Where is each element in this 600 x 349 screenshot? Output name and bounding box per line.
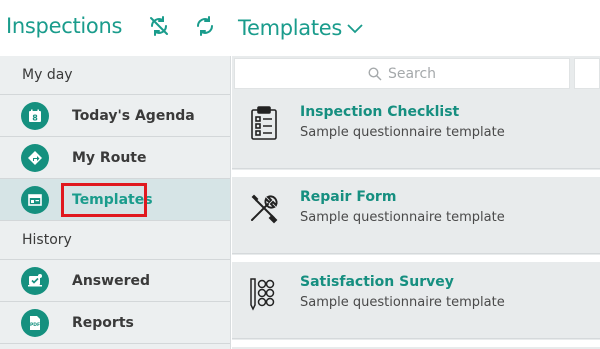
- sidebar-item-reports[interactable]: PDF Reports: [0, 302, 230, 344]
- sidebar-item-label: Answered: [72, 272, 150, 289]
- template-title: Repair Form: [300, 189, 397, 205]
- section-history: History: [0, 221, 230, 260]
- section-label: My day: [22, 67, 73, 83]
- sidebar-item-label: My Route: [72, 149, 147, 166]
- search-side-button[interactable]: [574, 58, 600, 89]
- calendar-badge: 8: [32, 114, 38, 123]
- template-card-repair-form[interactable]: Repair Form Sample questionnaire templat…: [232, 177, 600, 254]
- search-box[interactable]: Search: [234, 58, 570, 89]
- template-subtitle: Sample questionnaire template: [300, 210, 505, 225]
- wrench-screwdriver-icon: [251, 194, 278, 224]
- sidebar-item-answered[interactable]: Answered: [0, 260, 230, 302]
- sidebar-item-label: Reports: [72, 314, 134, 331]
- sidebar-item-my-route[interactable]: My Route: [0, 137, 230, 179]
- template-icon: [21, 186, 49, 214]
- chevron-down-icon: [347, 24, 363, 34]
- view-selector-dropdown[interactable]: Templates: [238, 14, 364, 42]
- templates-panel: Search Inspection Checklist Sample quest…: [232, 56, 600, 349]
- search-input[interactable]: Search: [388, 66, 436, 82]
- route-icon: [21, 144, 49, 172]
- sidebar-item-templates[interactable]: Templates: [0, 179, 230, 221]
- template-card-inspection-checklist[interactable]: Inspection Checklist Sample questionnair…: [232, 92, 600, 169]
- section-label: History: [22, 232, 72, 248]
- sidebar-item-todays-agenda[interactable]: 8 Today's Agenda: [0, 95, 230, 137]
- answered-icon: [21, 267, 49, 295]
- template-title: Satisfaction Survey: [300, 274, 454, 290]
- card-divider: [232, 255, 600, 262]
- sidebar-item-label: Today's Agenda: [72, 107, 195, 124]
- template-subtitle: Sample questionnaire template: [300, 295, 505, 310]
- card-divider: [232, 340, 600, 347]
- pdf-badge: PDF: [30, 322, 40, 328]
- template-subtitle: Sample questionnaire template: [300, 125, 505, 140]
- highlight-annotation-box: [61, 183, 147, 217]
- clipboard-checklist-icon: [251, 106, 277, 140]
- sidebar: My day 8 Today's Agenda My Route Templat…: [0, 56, 231, 349]
- app-header: Inspections Templates: [0, 0, 600, 56]
- survey-icon: [250, 278, 275, 311]
- sync-icon[interactable]: [193, 14, 217, 38]
- template-card-satisfaction-survey[interactable]: Satisfaction Survey Sample questionnaire…: [232, 262, 600, 339]
- app-title: Inspections: [6, 14, 123, 38]
- view-selector-label: Templates: [238, 16, 343, 40]
- sync-off-icon[interactable]: [147, 14, 171, 38]
- pdf-icon: PDF: [21, 309, 49, 337]
- calendar-icon: 8: [21, 102, 49, 130]
- card-divider: [232, 170, 600, 177]
- template-title: Inspection Checklist: [300, 104, 460, 120]
- section-my-day: My day: [0, 56, 230, 95]
- search-icon: [368, 66, 382, 80]
